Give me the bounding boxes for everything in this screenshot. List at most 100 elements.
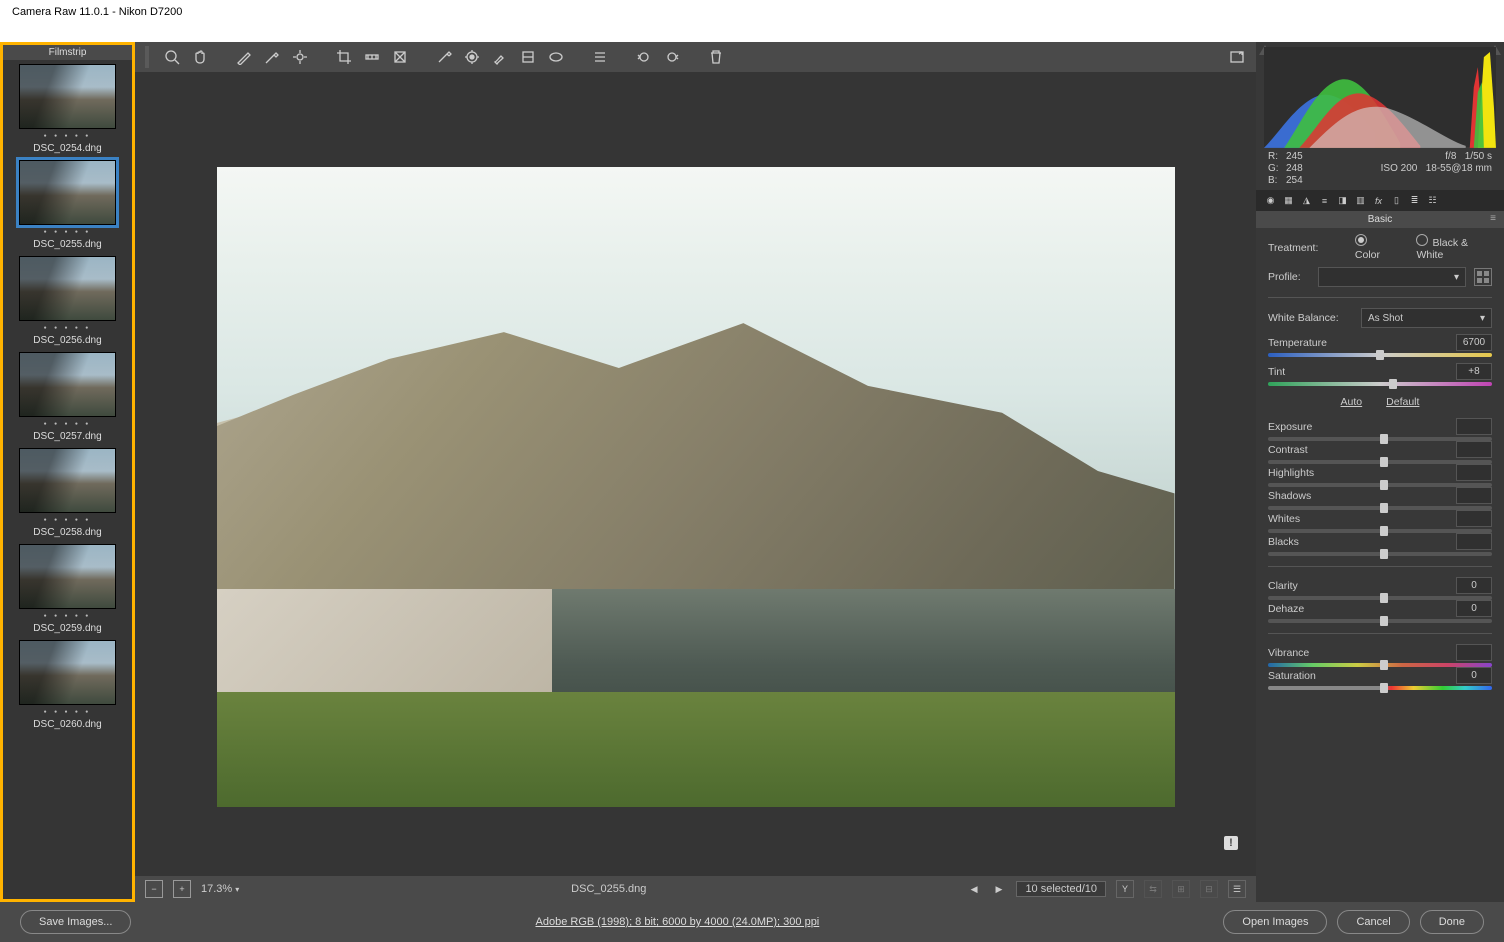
treatment-bw-radio[interactable]: Black & White [1416, 234, 1492, 261]
histogram[interactable] [1264, 47, 1496, 147]
thumb-filename: DSC_0255.dng [33, 239, 101, 250]
open-images-button[interactable]: Open Images [1223, 910, 1327, 934]
zoom-tool-icon[interactable] [163, 48, 181, 66]
clarity-slider[interactable]: Clarity0 [1268, 577, 1492, 600]
profile-browser-icon[interactable] [1474, 268, 1492, 286]
clarity-value[interactable]: 0 [1456, 577, 1492, 594]
red-eye-tool-icon[interactable] [463, 48, 481, 66]
tab-basic-icon[interactable]: ◉ [1262, 193, 1279, 208]
zoom-in-icon[interactable]: + [173, 880, 191, 898]
filmstrip-thumb[interactable]: ● ● ● ● ● DSC_0255.dng [9, 160, 126, 250]
whites-slider[interactable]: Whites [1268, 510, 1492, 533]
filmstrip-thumb[interactable]: ● ● ● ● ● DSC_0254.dng [9, 64, 126, 154]
crop-tool-icon[interactable] [335, 48, 353, 66]
preview-area[interactable]: ! [135, 72, 1256, 876]
thumb-image [19, 64, 116, 129]
saturation-slider[interactable]: Saturation0 [1268, 667, 1492, 690]
tab-snapshots-icon[interactable]: ☷ [1424, 193, 1441, 208]
auto-link[interactable]: Auto [1341, 396, 1363, 408]
treatment-color-radio[interactable]: Color [1355, 234, 1393, 261]
rating-dots[interactable]: ● ● ● ● ● [44, 229, 92, 235]
next-image-icon[interactable]: ▶ [992, 884, 1007, 895]
save-images-button[interactable]: Save Images... [20, 910, 131, 934]
contrast-slider[interactable]: Contrast [1268, 441, 1492, 464]
white-balance-select[interactable]: As Shot▾ [1361, 308, 1492, 328]
exposure-value[interactable] [1456, 418, 1492, 435]
filmstrip-thumb[interactable]: ● ● ● ● ● DSC_0257.dng [9, 352, 126, 442]
tab-calibration-icon[interactable]: ▯ [1388, 193, 1405, 208]
blacks-slider[interactable]: Blacks [1268, 533, 1492, 556]
tint-value[interactable]: +8 [1456, 363, 1492, 380]
shadows-value[interactable] [1456, 487, 1492, 504]
tab-curve-icon[interactable]: ▦ [1280, 193, 1297, 208]
rating-dots[interactable]: ● ● ● ● ● [44, 421, 92, 427]
color-sampler-tool-icon[interactable] [263, 48, 281, 66]
rating-dots[interactable]: ● ● ● ● ● [44, 133, 92, 139]
tab-detail-icon[interactable]: ◮ [1298, 193, 1315, 208]
profile-select[interactable]: ▾ [1318, 267, 1466, 287]
workflow-options-link[interactable]: Adobe RGB (1998); 8 bit; 6000 by 4000 (2… [141, 916, 1213, 928]
list-icon[interactable] [591, 48, 609, 66]
whites-value[interactable] [1456, 510, 1492, 527]
statusbar: − + 17.3% ▾ DSC_0255.dng ◀ ▶ 10 selected… [135, 876, 1256, 902]
tab-split-icon[interactable]: ◨ [1334, 193, 1351, 208]
contrast-value[interactable] [1456, 441, 1492, 458]
graduated-filter-tool-icon[interactable] [519, 48, 537, 66]
rating-dots[interactable]: ● ● ● ● ● [44, 709, 92, 715]
filmstrip-thumb[interactable]: ● ● ● ● ● DSC_0258.dng [9, 448, 126, 538]
trash-icon[interactable] [707, 48, 725, 66]
done-button[interactable]: Done [1420, 910, 1484, 934]
temperature-slider[interactable]: Temperature6700 [1268, 334, 1492, 357]
filmstrip-thumb[interactable]: ● ● ● ● ● DSC_0260.dng [9, 640, 126, 730]
compare-swap-icon[interactable]: ⇆ [1144, 880, 1162, 898]
thumb-filename: DSC_0257.dng [33, 431, 101, 442]
rotate-cw-icon[interactable] [663, 48, 681, 66]
tab-fx-icon[interactable]: fx [1370, 193, 1387, 208]
transform-tool-icon[interactable] [391, 48, 409, 66]
hand-tool-icon[interactable] [191, 48, 209, 66]
zoom-level[interactable]: 17.3% ▾ [201, 883, 251, 895]
selection-count[interactable]: 10 selected/10 [1016, 881, 1106, 897]
dehaze-slider[interactable]: Dehaze0 [1268, 600, 1492, 623]
shadows-slider[interactable]: Shadows [1268, 487, 1492, 510]
filmstrip-thumb[interactable]: ● ● ● ● ● DSC_0256.dng [9, 256, 126, 346]
tab-lens-icon[interactable]: ▥ [1352, 193, 1369, 208]
zoom-out-icon[interactable]: − [145, 880, 163, 898]
compare-y-icon[interactable]: Y [1116, 880, 1134, 898]
temperature-value[interactable]: 6700 [1456, 334, 1492, 351]
tint-slider[interactable]: Tint+8 [1268, 363, 1492, 386]
filmstrip-toggle[interactable] [145, 46, 149, 68]
radial-filter-tool-icon[interactable] [547, 48, 565, 66]
compare-copy-icon[interactable]: ⊞ [1172, 880, 1190, 898]
rotate-ccw-icon[interactable] [635, 48, 653, 66]
thumb-filename: DSC_0258.dng [33, 527, 101, 538]
warning-icon[interactable]: ! [1224, 836, 1238, 850]
tab-presets-icon[interactable]: ≣ [1406, 193, 1423, 208]
fullscreen-icon[interactable] [1228, 48, 1246, 66]
prev-image-icon[interactable]: ◀ [967, 884, 982, 895]
footer: Save Images... Adobe RGB (1998); 8 bit; … [0, 902, 1504, 942]
vibrance-slider[interactable]: Vibrance [1268, 644, 1492, 667]
dehaze-value[interactable]: 0 [1456, 600, 1492, 617]
white-balance-tool-icon[interactable] [235, 48, 253, 66]
straighten-tool-icon[interactable] [363, 48, 381, 66]
rating-dots[interactable]: ● ● ● ● ● [44, 325, 92, 331]
adjustment-brush-tool-icon[interactable] [491, 48, 509, 66]
vibrance-value[interactable] [1456, 644, 1492, 661]
exposure-slider[interactable]: Exposure [1268, 418, 1492, 441]
default-link[interactable]: Default [1386, 396, 1419, 408]
cancel-button[interactable]: Cancel [1337, 910, 1409, 934]
rating-dots[interactable]: ● ● ● ● ● [44, 517, 92, 523]
spot-removal-tool-icon[interactable] [435, 48, 453, 66]
highlights-slider[interactable]: Highlights [1268, 464, 1492, 487]
rating-dots[interactable]: ● ● ● ● ● [44, 613, 92, 619]
tab-hsl-icon[interactable]: ≡ [1316, 193, 1333, 208]
saturation-value[interactable]: 0 [1456, 667, 1492, 684]
highlights-value[interactable] [1456, 464, 1492, 481]
targeted-adjustment-tool-icon[interactable] [291, 48, 309, 66]
filmstrip-thumb[interactable]: ● ● ● ● ● DSC_0259.dng [9, 544, 126, 634]
compare-mode-icon[interactable]: ⊟ [1200, 880, 1218, 898]
blacks-value[interactable] [1456, 533, 1492, 550]
thumb-image [19, 448, 116, 513]
settings-menu-icon[interactable]: ☰ [1228, 880, 1246, 898]
